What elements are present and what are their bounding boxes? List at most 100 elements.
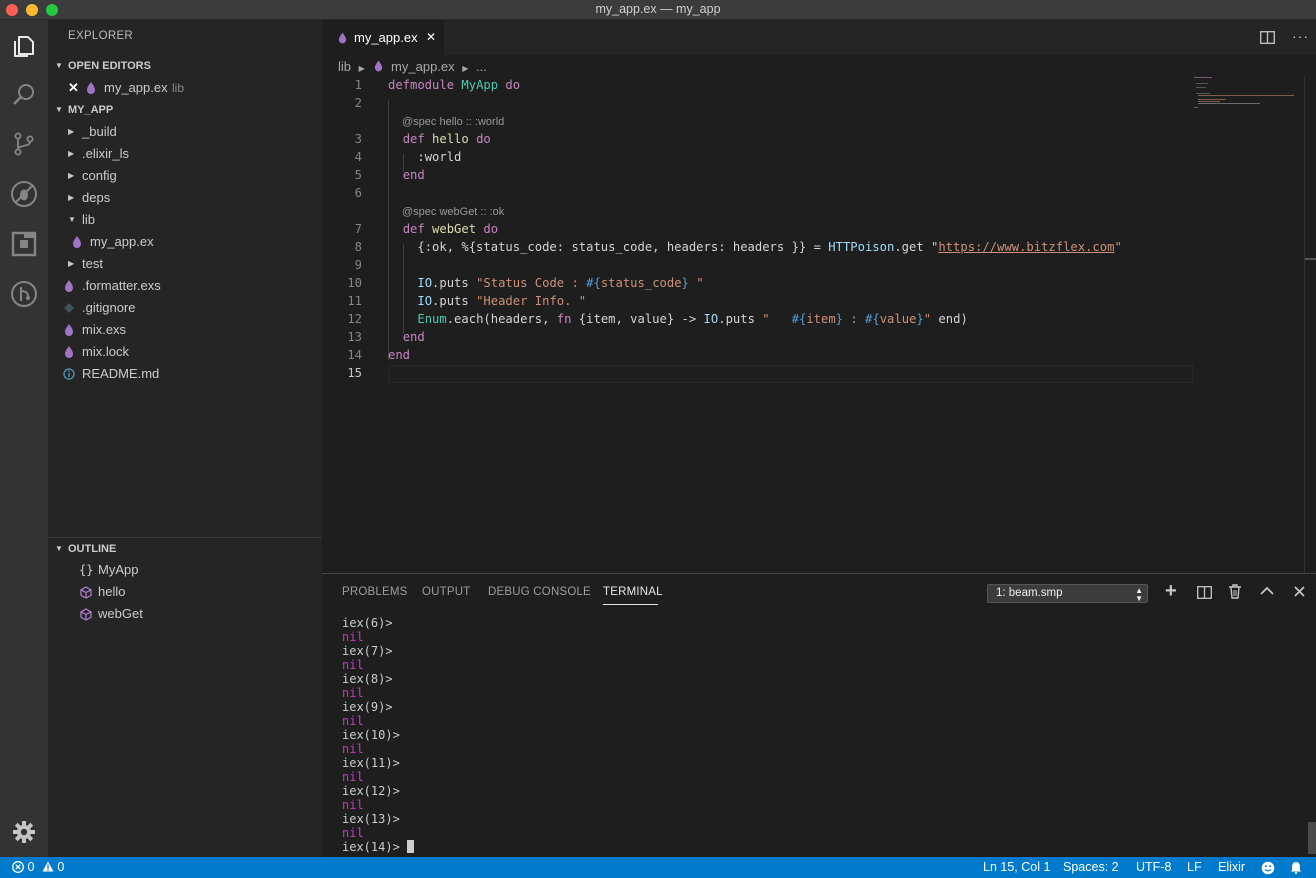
settings-gear-icon[interactable] — [8, 816, 40, 848]
maximize-window-button[interactable] — [46, 4, 58, 16]
outline-header[interactable]: ▼ OUTLINE — [48, 537, 322, 559]
tree-item-mix-lock[interactable]: mix.lock — [48, 341, 322, 363]
line-number: 8 — [354, 240, 362, 254]
split-terminal-icon[interactable] — [1197, 586, 1212, 599]
sidebar: EXPLORER ▼ OPEN EDITORS ✕ my_app.ex lib … — [48, 20, 322, 857]
open-editor-item[interactable]: ✕ my_app.ex lib — [48, 77, 322, 99]
outline-item-webget[interactable]: webGet — [48, 603, 322, 625]
minimap[interactable] — [1192, 76, 1302, 110]
tree-item-gitignore[interactable]: .gitignore — [48, 297, 322, 319]
active-tab-underline — [603, 604, 658, 605]
title-bar: my_app.ex — my_app — [0, 0, 1316, 20]
more-actions-icon[interactable]: ··· — [1292, 28, 1309, 44]
tree-item-deps[interactable]: ▶ deps — [48, 187, 322, 209]
terminal-prompt: iex(10)> — [342, 728, 400, 742]
source-control-icon[interactable] — [8, 128, 40, 160]
tree-item-formatter-exs[interactable]: .formatter.exs — [48, 275, 322, 297]
line-number: 12 — [347, 312, 362, 326]
cube-icon — [80, 608, 92, 621]
trash-icon[interactable] — [1229, 584, 1241, 599]
chevron-right-icon: ▶ — [68, 259, 75, 268]
code-line: end — [402, 330, 425, 344]
search-icon[interactable] — [8, 79, 40, 111]
line-number: 7 — [354, 222, 362, 236]
tree-item-mix-exs[interactable]: mix.exs — [48, 319, 322, 341]
open-editors-header[interactable]: ▼ OPEN EDITORS — [48, 55, 322, 77]
line-ending[interactable]: LF — [1187, 857, 1202, 878]
editor-tabs: my_app.ex ✕ ··· — [322, 20, 1316, 55]
elixir-file-icon — [65, 346, 73, 358]
window-title: my_app.ex — my_app — [595, 2, 721, 16]
chevron-right-icon: ▶ — [68, 127, 75, 136]
terminal-prompt: iex(13)> — [342, 812, 400, 826]
smiley-feedback-icon[interactable] — [1261, 861, 1275, 875]
debug-icon[interactable] — [8, 178, 40, 210]
vertical-scrollbar[interactable] — [1304, 76, 1316, 573]
chevron-down-icon: ▼ — [55, 105, 63, 114]
breadcrumb-file[interactable]: my_app.ex — [391, 59, 455, 74]
chevron-down-icon: ▼ — [55, 61, 63, 70]
outline-item-hello[interactable]: hello — [48, 581, 322, 603]
tree-item-readme[interactable]: README.md — [48, 363, 322, 385]
explorer-icon[interactable] — [8, 30, 40, 62]
extensions-icon[interactable] — [8, 228, 40, 260]
tab-terminal[interactable]: TERMINAL — [603, 586, 663, 598]
line-number: 10 — [347, 276, 362, 290]
line-number: 2 — [354, 96, 362, 110]
tree-item-elixir-ls[interactable]: ▶ .elixir_ls — [48, 143, 322, 165]
new-terminal-icon[interactable]: + — [1165, 580, 1177, 603]
code-line: end — [388, 348, 411, 362]
current-line-highlight — [388, 365, 1193, 383]
code-line: :world — [417, 150, 462, 164]
indentation[interactable]: Spaces: 2 — [1063, 857, 1119, 878]
chevron-up-icon[interactable] — [1260, 586, 1274, 595]
terminal-output[interactable]: iex(6)> nil iex(7)> nil iex(8)> nil iex(… — [342, 616, 415, 854]
minimize-window-button[interactable] — [26, 4, 38, 16]
close-panel-icon[interactable] — [1294, 586, 1305, 597]
line-number: 4 — [354, 150, 362, 164]
tree-item-my-app-ex[interactable]: my_app.ex — [48, 231, 322, 253]
elixir-file-icon — [65, 324, 73, 336]
tab-problems[interactable]: PROBLEMS — [342, 586, 408, 598]
terminal-result: nil — [342, 798, 364, 812]
outline-item-myapp[interactable]: {} MyApp — [48, 559, 322, 581]
tab-output[interactable]: OUTPUT — [422, 586, 470, 598]
tree-item-build[interactable]: ▶ _build — [48, 121, 322, 143]
project-header[interactable]: ▼ MY_APP — [48, 99, 322, 121]
breadcrumb-more[interactable]: ... — [476, 59, 487, 74]
split-editor-icon[interactable] — [1260, 31, 1275, 44]
code-line: defmodule MyApp do — [388, 78, 521, 92]
breadcrumb-folder[interactable]: lib — [338, 59, 351, 74]
code-lens-spec-hello[interactable]: @spec hello :: :world — [402, 116, 504, 128]
tree-item-lib[interactable]: ▼ lib — [48, 209, 322, 231]
code-lens-spec-webget[interactable]: @spec webGet :: :ok — [402, 206, 504, 218]
language-mode[interactable]: Elixir — [1218, 857, 1245, 878]
close-window-button[interactable] — [6, 4, 18, 16]
warning-icon — [42, 861, 54, 872]
encoding[interactable]: UTF-8 — [1136, 857, 1171, 878]
terminal-scrollbar[interactable] — [1308, 822, 1316, 854]
chevron-right-icon: ▶ — [68, 149, 75, 158]
tab-debug-console[interactable]: DEBUG CONSOLE — [488, 586, 591, 598]
activity-bar — [0, 20, 48, 857]
url-link[interactable]: https://www.bitzflex.com — [938, 240, 1114, 254]
bell-icon[interactable] — [1290, 861, 1302, 874]
code-line: Enum.each(headers, fn {item, value} -> I… — [417, 312, 968, 326]
close-icon[interactable]: ✕ — [68, 77, 79, 99]
terminal-current-prompt: iex(14)> — [342, 840, 400, 854]
tree-item-test[interactable]: ▶ test — [48, 253, 322, 275]
terminal-prompt: iex(11)> — [342, 756, 400, 770]
git-graph-icon[interactable] — [8, 278, 40, 310]
chevron-down-icon: ▼ — [55, 544, 63, 553]
elixir-file-icon — [338, 32, 347, 44]
close-tab-icon[interactable]: ✕ — [426, 20, 436, 55]
terminal-result: nil — [342, 658, 364, 672]
line-number: 14 — [347, 348, 362, 362]
tab-my-app-ex[interactable]: my_app.ex ✕ — [322, 20, 444, 55]
cursor-position[interactable]: Ln 15, Col 1 — [983, 857, 1050, 878]
terminal-result: nil — [342, 770, 364, 784]
terminal-select[interactable]: 1: beam.smp ▲ ▼ — [987, 584, 1148, 603]
terminal-prompt: iex(9)> — [342, 700, 393, 714]
tree-item-config[interactable]: ▶ config — [48, 165, 322, 187]
problems-indicator[interactable]: 0 0 — [12, 857, 64, 878]
